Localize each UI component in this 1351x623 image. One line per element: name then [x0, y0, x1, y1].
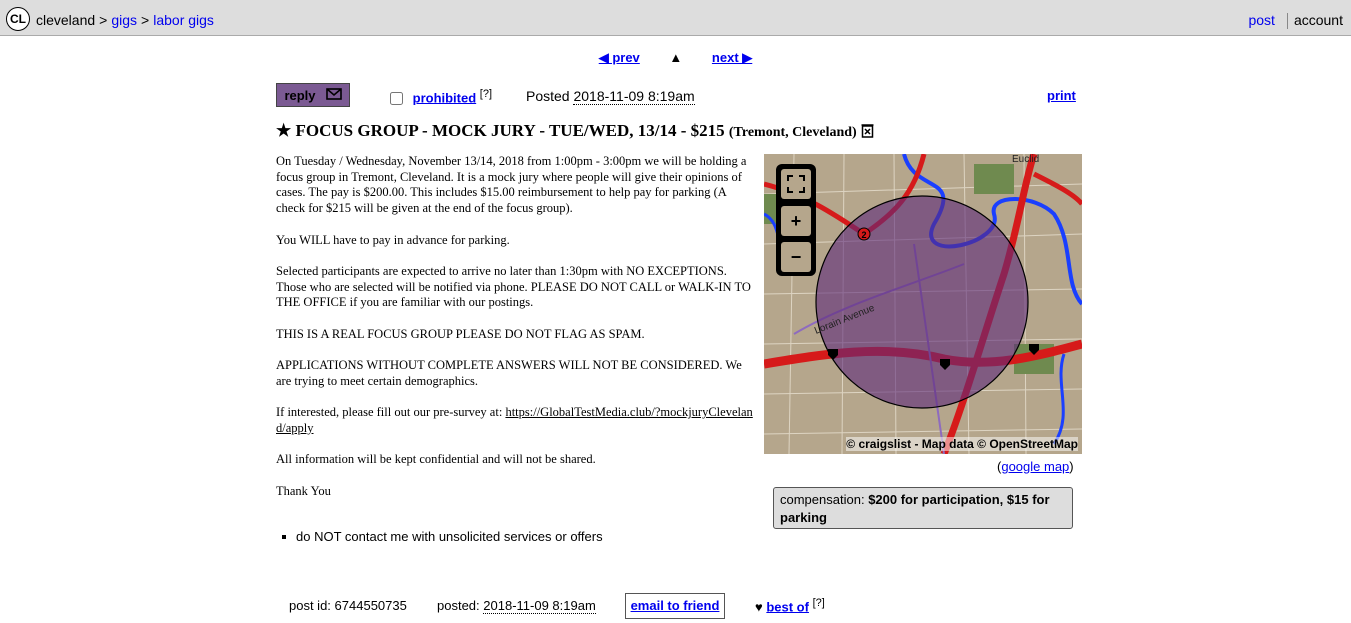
- craigslist-logo[interactable]: CL: [6, 7, 30, 31]
- prev-link[interactable]: ◀ prev: [599, 50, 640, 65]
- post-id: post id: 6744550735: [289, 598, 407, 613]
- zoom-in-button[interactable]: +: [781, 206, 811, 236]
- title-location: (Tremont, Cleveland): [728, 125, 857, 140]
- heart-icon: ♥: [755, 599, 763, 615]
- post-id-label: post id:: [289, 598, 331, 613]
- breadcrumb-separator: >: [99, 12, 108, 28]
- compensation-label: compensation:: [780, 492, 865, 507]
- compensation-box: compensation: $200 for participation, $1…: [773, 487, 1073, 529]
- prohibited-link[interactable]: prohibited: [413, 90, 477, 105]
- email-to-friend-link[interactable]: email to friend: [631, 598, 720, 613]
- prohibited-help-link[interactable]: [?]: [480, 88, 492, 100]
- breadcrumb-separator: >: [141, 12, 150, 28]
- zoom-out-button[interactable]: −: [781, 242, 811, 272]
- print-link[interactable]: print: [1047, 88, 1076, 103]
- body-paragraph: You WILL have to pay in advance for park…: [276, 232, 510, 247]
- footer-posted-label: posted:: [437, 598, 480, 613]
- reply-button[interactable]: reply: [276, 83, 350, 107]
- breadcrumb-gigs-link[interactable]: gigs: [111, 12, 137, 28]
- post-link[interactable]: post: [1248, 12, 1274, 28]
- pager: ◀ prev ▲ next ▶: [0, 50, 1351, 66]
- footer-posted: posted: 2018-11-09 8:19am: [437, 598, 596, 614]
- google-map-link-wrap: (google map): [997, 459, 1074, 474]
- account-link[interactable]: account: [1294, 12, 1343, 28]
- up-arrow-icon[interactable]: ▲: [669, 50, 682, 65]
- posted-date: 2018-11-09 8:19am: [573, 88, 695, 105]
- body-paragraph: APPLICATIONS WITHOUT COMPLETE ANSWERS WI…: [276, 358, 742, 388]
- body-paragraph: On Tuesday / Wednesday, November 13/14, …: [276, 154, 747, 216]
- breadcrumb-labor-gigs-link[interactable]: labor gigs: [153, 12, 214, 28]
- map-attribution: © craigslist - Map data © OpenStreetMap: [846, 437, 1078, 451]
- best-of-help-link[interactable]: [?]: [813, 597, 825, 609]
- posted-label: Posted: [526, 88, 570, 104]
- fullscreen-button[interactable]: [781, 169, 811, 199]
- post-id-value: 6744550735: [334, 598, 407, 613]
- best-of: ♥ best of [?]: [755, 597, 825, 614]
- survey-paragraph: If interested, please fill out our pre-s…: [276, 405, 758, 436]
- envelope-icon: [325, 87, 342, 103]
- top-right-nav: post account: [1248, 12, 1343, 30]
- posted-info: Posted 2018-11-09 8:19am: [526, 88, 695, 105]
- google-map-link[interactable]: google map: [1001, 459, 1069, 474]
- body-paragraph: THIS IS A REAL FOCUS GROUP PLEASE DO NOT…: [276, 326, 645, 341]
- footer-posted-date: 2018-11-09 8:19am: [483, 598, 596, 614]
- best-of-link[interactable]: best of: [766, 599, 809, 614]
- route-marker-label: 2: [861, 230, 866, 240]
- confidential-paragraph: All information will be kept confidentia…: [276, 452, 596, 467]
- top-bar: CL cleveland > gigs > labor gigs post account: [0, 0, 1351, 36]
- next-link[interactable]: next ▶: [712, 50, 752, 65]
- breadcrumb-city: cleveland: [36, 12, 96, 28]
- location-map[interactable]: 2 Lorain Avenue Euclid + − © craigslist …: [764, 154, 1082, 454]
- title-text: FOCUS GROUP - MOCK JURY - TUE/WED, 13/14…: [295, 121, 725, 140]
- map-corner-label: Euclid: [1012, 154, 1039, 165]
- signoff: Thank You: [276, 483, 331, 498]
- posting-title: ★ FOCUS GROUP - MOCK JURY - TUE/WED, 13/…: [276, 121, 874, 141]
- survey-intro: If interested, please fill out our pre-s…: [276, 405, 503, 420]
- fullscreen-icon: [787, 175, 805, 193]
- prohibited-flag: prohibited [?]: [390, 88, 492, 106]
- nav-divider: [1286, 13, 1288, 30]
- favorite-star-icon[interactable]: ★: [276, 121, 291, 140]
- no-contact-notice: do NOT contact me with unsolicited servi…: [282, 529, 603, 544]
- posting-body: On Tuesday / Wednesday, November 13/14, …: [276, 154, 758, 515]
- breadcrumb: cleveland > gigs > labor gigs: [36, 12, 214, 28]
- hide-trash-icon[interactable]: [861, 121, 874, 140]
- prohibited-checkbox[interactable]: [390, 92, 403, 106]
- body-paragraph: Selected participants are expected to ar…: [276, 263, 751, 310]
- email-to-friend-button[interactable]: email to friend: [625, 593, 725, 619]
- reply-label: reply: [284, 87, 316, 103]
- paren-close: ): [1069, 459, 1074, 474]
